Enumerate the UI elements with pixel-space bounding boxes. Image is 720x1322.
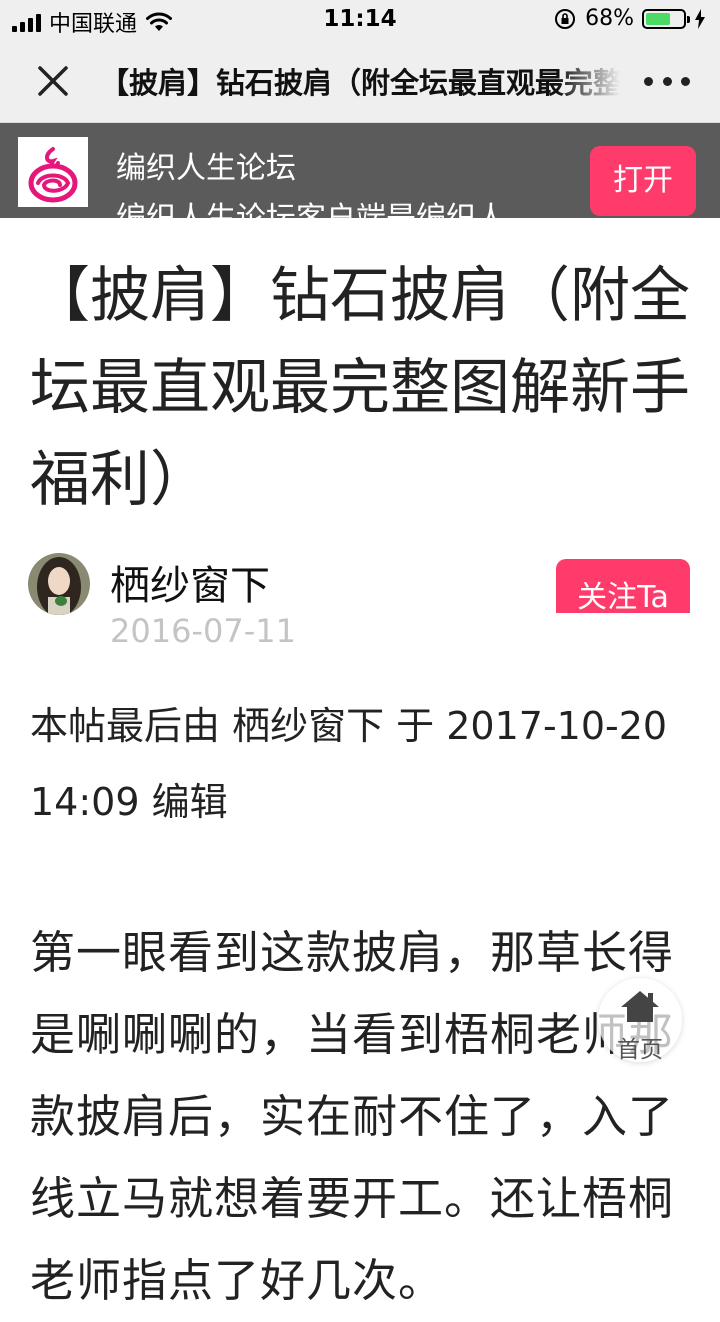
more-icon[interactable]	[644, 66, 690, 96]
rotation-lock-icon	[555, 8, 576, 29]
edit-note: 本帖最后由 栖纱窗下 于 2017-10-20 14:09 编辑	[30, 704, 668, 824]
close-icon[interactable]	[30, 58, 76, 104]
author-name[interactable]: 栖纱窗下	[110, 553, 270, 611]
app-description: 编织人生论坛客户端是编织人...	[116, 193, 535, 218]
nav-bar: 【披肩】钻石披肩（附全坛最直观最完整图解新手福利）	[0, 40, 720, 123]
app-name: 编织人生论坛	[116, 151, 296, 186]
post-body: 第一眼看到这款披肩，那草长得是唰唰唰的，当看到梧桐老师那款披肩后，实在耐不住了，…	[30, 926, 675, 1307]
home-label: 首页	[617, 1037, 663, 1063]
home-icon	[621, 991, 659, 1022]
follow-button[interactable]: 关注Ta	[556, 559, 690, 613]
status-right: 68%	[553, 6, 706, 31]
avatar[interactable]	[28, 553, 90, 615]
post-date: 2016-07-11	[110, 612, 296, 650]
yarn-logo-icon	[28, 147, 78, 203]
page-title: 【披肩】钻石披肩（附全坛最直观最完整图解新手福利）	[100, 66, 620, 100]
battery-icon	[642, 8, 690, 29]
open-app-button[interactable]: 打开	[590, 146, 696, 216]
app-banner[interactable]: 编织人生论坛 编织人生论坛客户端是编织人... 打开	[0, 123, 720, 218]
battery-fill	[646, 12, 670, 25]
charging-icon	[695, 8, 705, 29]
home-button[interactable]: 首页	[598, 978, 682, 1063]
battery-percent: 68%	[585, 6, 634, 31]
post-title: 【披肩】钻石披肩（附全坛最直观最完整图解新手福利）	[30, 261, 690, 515]
status-bar: 中国联通 11:14 68%	[0, 0, 720, 40]
app-logo	[18, 137, 88, 207]
